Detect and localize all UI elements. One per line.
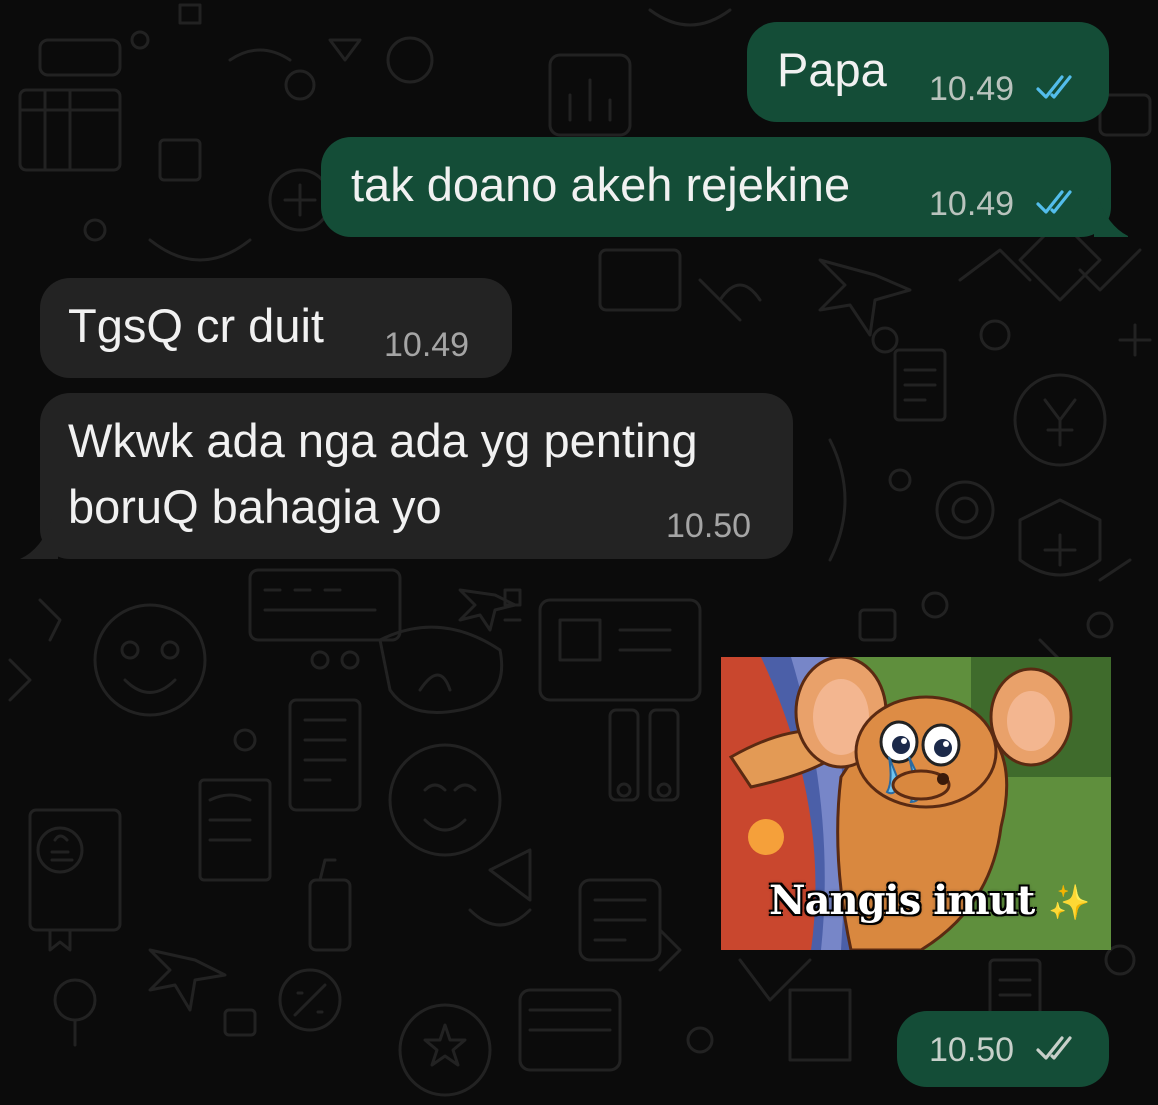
message-bubble-incoming[interactable]: TgsQ cr duit 10.49 [40, 278, 512, 378]
message-time: 10.50 [929, 1031, 1015, 1069]
message-bubble-incoming[interactable]: Wkwk ada nga ada yg penting boruQ bahagi… [40, 393, 793, 559]
message-bubble-outgoing[interactable]: 10.50 [897, 1011, 1109, 1087]
message-text-line-2: boruQ bahagia yo [68, 480, 442, 533]
bubble-tail [20, 519, 58, 559]
message-time: 10.49 [929, 185, 1015, 223]
message-time: 10.50 [666, 507, 752, 545]
message-text: TgsQ cr duit [68, 299, 324, 352]
sticker-caption: Nangis imut [768, 876, 1036, 925]
bubble-tail [1094, 197, 1128, 237]
message-time: 10.49 [384, 326, 470, 364]
sticker-image[interactable]: Nangis imut ✨ [721, 657, 1111, 950]
read-receipt-icon [1036, 190, 1072, 214]
sparkles-icon: ✨ [1048, 884, 1091, 922]
message-bubble-outgoing[interactable]: Papa 10.49 [747, 22, 1109, 122]
message-text-line-1: Wkwk ada nga ada yg penting [68, 414, 698, 467]
delivered-receipt-icon [1036, 1036, 1072, 1060]
read-receipt-icon [1036, 75, 1072, 99]
message-time: 10.49 [929, 70, 1015, 108]
message-bubble-outgoing[interactable]: tak doano akeh rejekine 10.49 [321, 137, 1111, 237]
message-text: Papa [777, 43, 887, 96]
message-text: tak doano akeh rejekine [351, 158, 851, 211]
